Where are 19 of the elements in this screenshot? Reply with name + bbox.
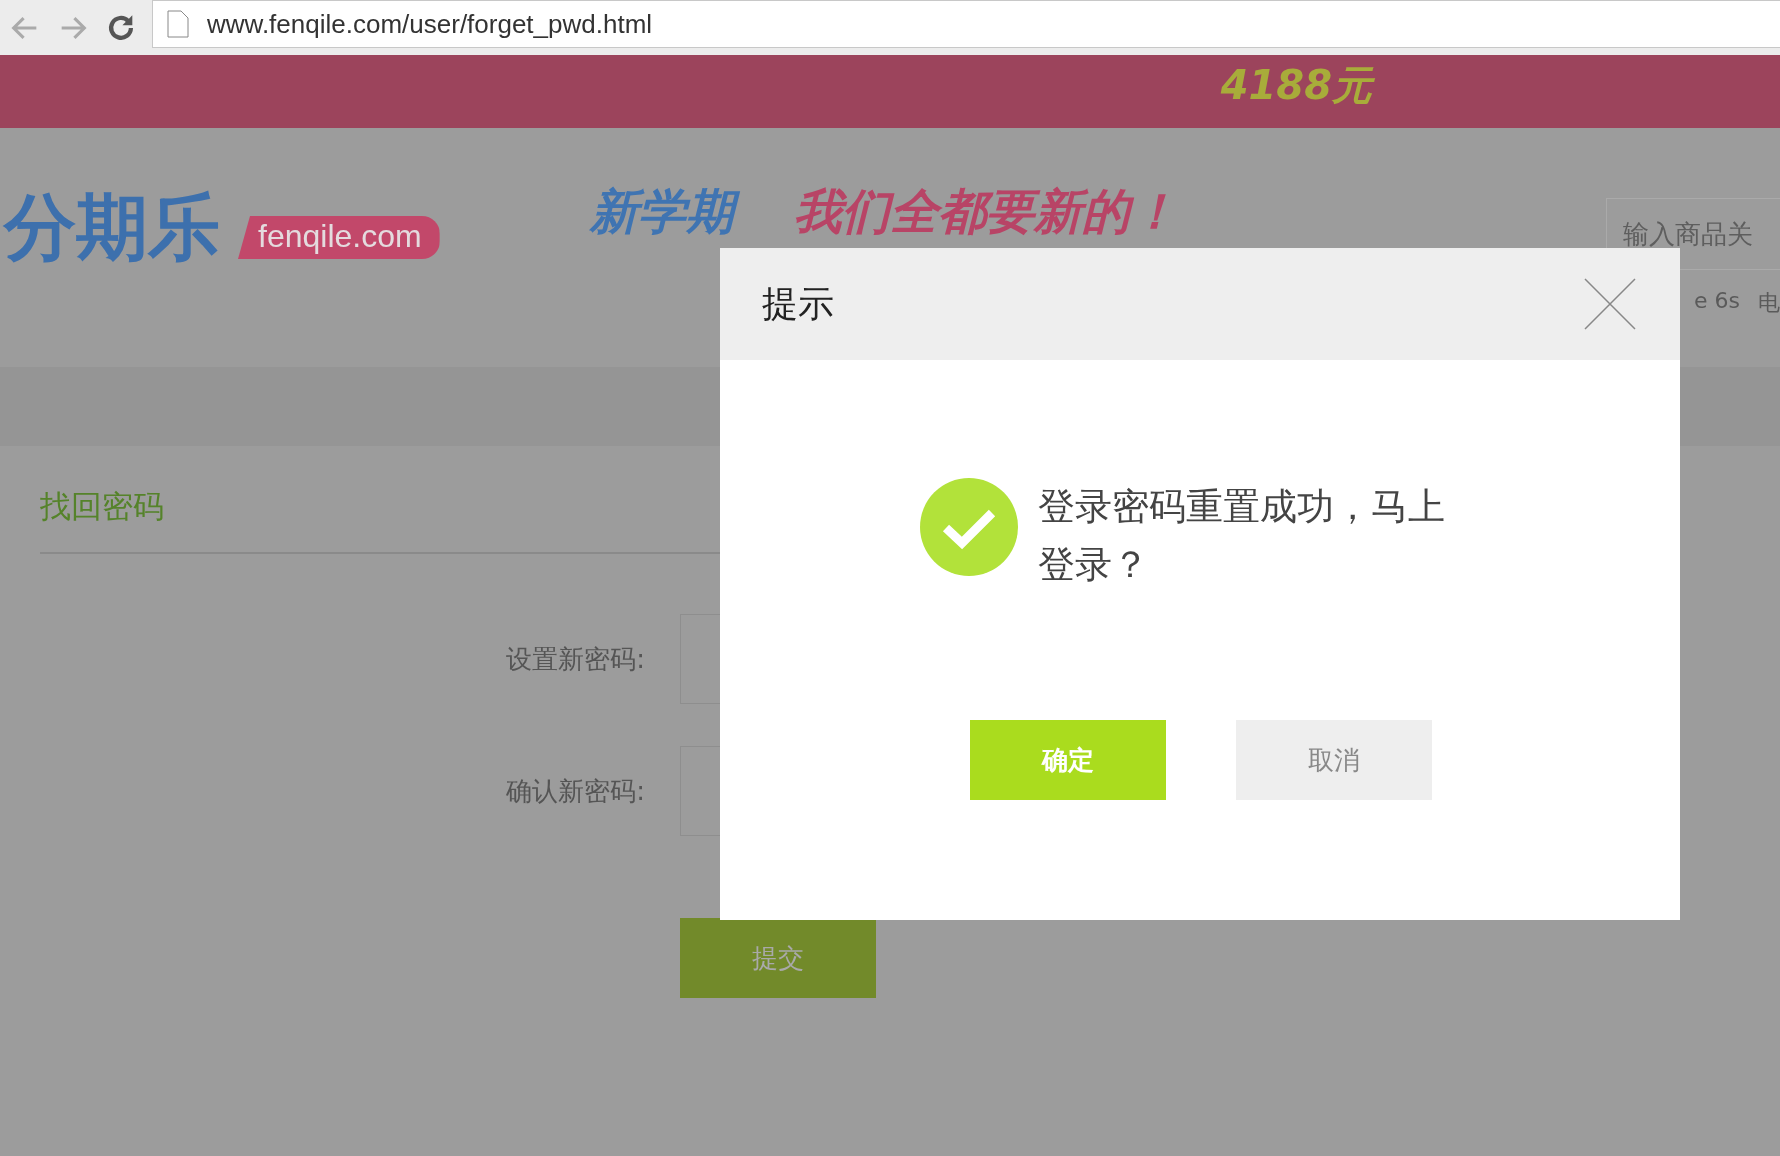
hot-word-link[interactable]: 电 bbox=[1758, 288, 1780, 318]
slogan-text: 新学期 bbox=[589, 180, 744, 241]
close-icon[interactable] bbox=[1584, 278, 1636, 330]
field-label: 设置新密码: bbox=[505, 642, 645, 676]
success-check-icon bbox=[920, 478, 1018, 576]
url-text: www.fenqile.com/user/forget_pwd.html bbox=[207, 8, 653, 40]
cancel-button[interactable]: 取消 bbox=[1236, 720, 1432, 800]
hot-word-link[interactable]: e 6s bbox=[1694, 288, 1740, 318]
submit-button[interactable]: 提交 bbox=[680, 918, 876, 998]
logo[interactable]: 分期乐 bbox=[0, 184, 224, 271]
page-icon bbox=[167, 10, 189, 38]
logo-tag: fenqile.com bbox=[238, 216, 440, 259]
slogan-text: 我们全都要新的！ bbox=[793, 181, 1179, 241]
promo-banner[interactable]: 4188元 bbox=[0, 55, 1780, 128]
dialog-title: 提示 bbox=[762, 281, 834, 326]
banner-price: 4188元 bbox=[1220, 59, 1380, 115]
confirm-button[interactable]: 确定 bbox=[970, 720, 1166, 800]
field-label: 确认新密码: bbox=[505, 774, 645, 808]
address-bar[interactable]: www.fenqile.com/user/forget_pwd.html bbox=[152, 0, 1780, 48]
